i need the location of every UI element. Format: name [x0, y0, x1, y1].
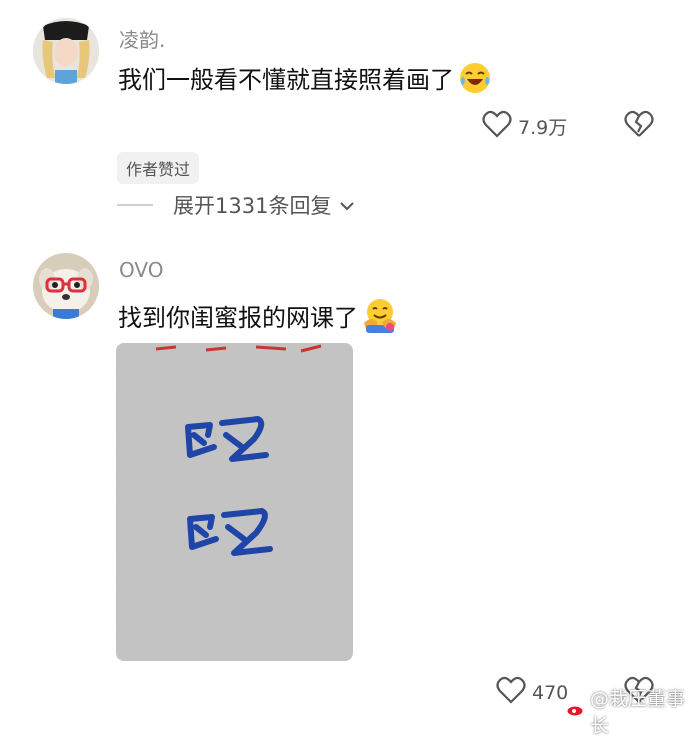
comment-image[interactable]: [116, 343, 353, 661]
weibo-icon: [566, 700, 586, 722]
comment-text: 我们一般看不懂就直接照着画了: [118, 66, 454, 94]
comment-text: 找到你闺蜜报的网课了: [118, 303, 358, 332]
watermark-text: @栽压董事长: [590, 688, 686, 737]
like-button[interactable]: 470: [496, 676, 568, 709]
avatar[interactable]: [33, 253, 99, 319]
author-liked-badge: 作者赞过: [117, 152, 200, 184]
comment-body: 我们一般看不懂就直接照着画了: [118, 60, 492, 95]
like-count: 470: [532, 681, 569, 704]
comment-body: 找到你闺蜜报的网课了: [118, 297, 398, 333]
laughing-crying-emoji-icon: [458, 61, 492, 95]
expand-replies-button[interactable]: 展开1331条回复: [117, 190, 355, 220]
heart-icon: [496, 676, 526, 709]
hugging-face-emoji-icon: [362, 297, 398, 333]
comment-username[interactable]: OVO: [119, 258, 163, 282]
chevron-down-icon: [339, 193, 355, 217]
handwritten-photo: [116, 343, 353, 661]
comment-username[interactable]: 凌韵.: [119, 24, 165, 53]
divider: [117, 204, 153, 206]
watermark: @栽压董事长: [566, 684, 690, 738]
heart-icon: [482, 110, 512, 143]
dislike-button[interactable]: [624, 110, 654, 142]
expand-replies-label: 展开1331条回复: [173, 194, 332, 218]
like-button[interactable]: 7.9万: [482, 110, 567, 143]
like-count: 7.9万: [518, 117, 568, 139]
avatar[interactable]: [33, 18, 99, 84]
broken-heart-icon: [624, 110, 654, 142]
